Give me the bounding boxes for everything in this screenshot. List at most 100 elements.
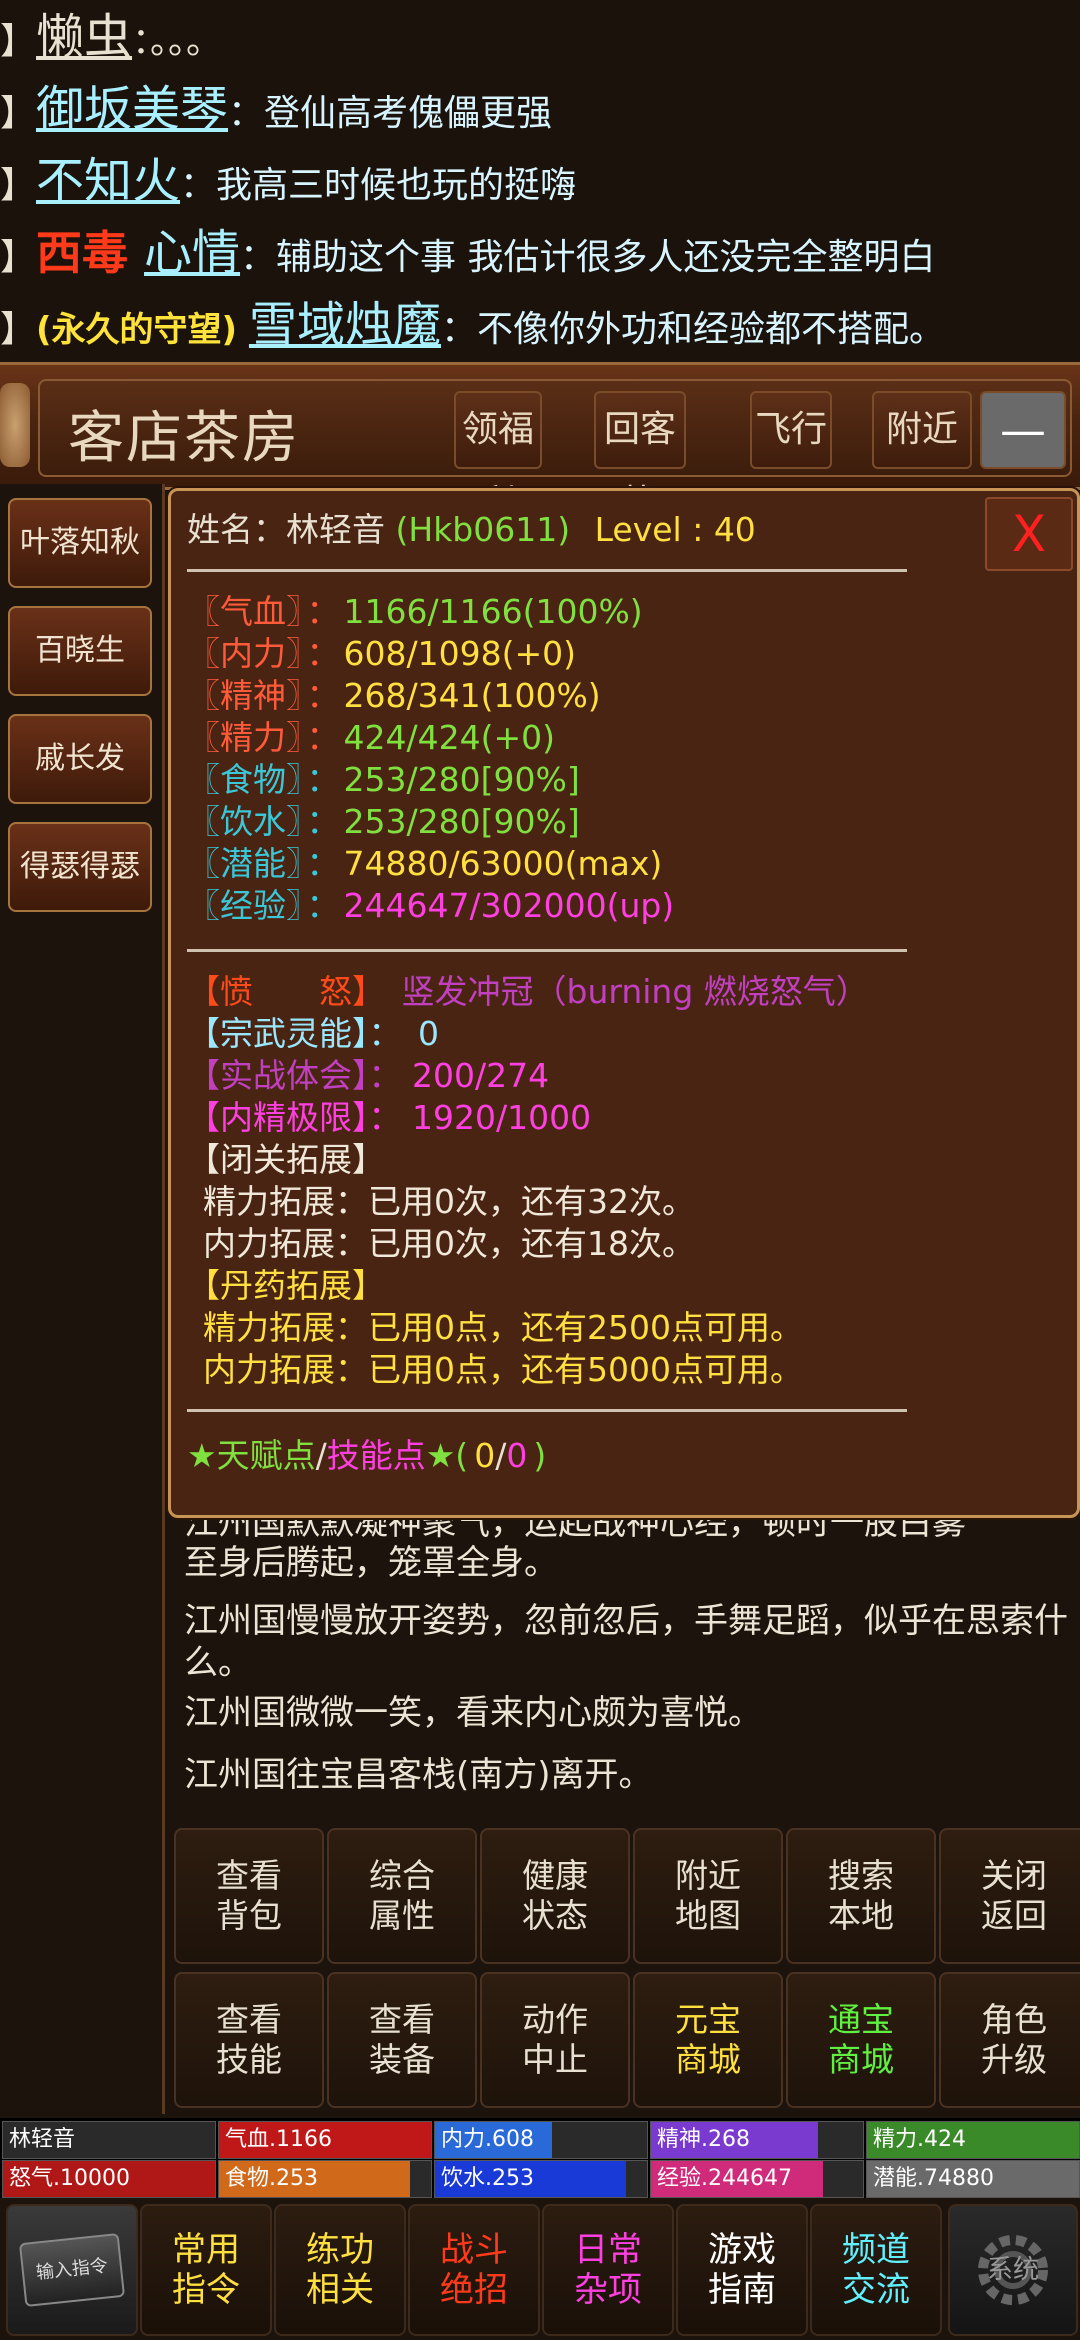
stat-value: 74880/63000(max) <box>343 844 663 883</box>
action-button[interactable]: 查看装备 <box>327 1972 477 2108</box>
action-label: 元宝商城 <box>675 2000 741 2079</box>
skill-label: 技能点 <box>326 1436 426 1475</box>
stat-label: 〖经验〗 <box>187 886 303 925</box>
log-line: 江州国微微一笑，看来内心颇为喜悦。 <box>184 1693 762 1733</box>
status-bar: 经验.244647 <box>650 2160 864 2198</box>
chat-message[interactable]: 】懒虫：。。。 <box>0 2 222 72</box>
chat-message[interactable]: 】御坂美琴：登仙高考傀儡更强 <box>0 74 552 144</box>
status-bar: 怒气.10000 <box>2 2160 216 2198</box>
stat-label: 〖饮水〗 <box>187 802 303 841</box>
action-button[interactable]: 健康状态 <box>480 1828 630 1964</box>
action-label: 通宝商城 <box>828 2000 894 2079</box>
stat-label: 〖内力〗 <box>187 634 303 673</box>
action-button[interactable]: 搜索本地 <box>786 1828 936 1964</box>
nav-button[interactable]: 频道交流 <box>810 2204 942 2336</box>
action-button[interactable]: 查看技能 <box>174 1972 324 2108</box>
essence-row: 【内精极限】： 1920/1000 <box>187 1097 591 1139</box>
character-level: Level : 40 <box>594 510 756 549</box>
combat-label: 【实战体会】： <box>187 1056 402 1095</box>
chat-message[interactable]: 】不知火：我高三时候也玩的挺嗨 <box>0 146 576 216</box>
rage-row: 【愤 怒】 竖发冲冠（burning 燃烧怒气） <box>187 971 869 1013</box>
action-label: 查看背包 <box>216 1856 282 1935</box>
action-label: 查看装备 <box>369 2000 435 2079</box>
action-button[interactable]: 综合属性 <box>327 1828 477 1964</box>
nav-label: 常用指令 <box>172 2230 240 2310</box>
chat-bracket: 】 <box>0 165 37 206</box>
chat-bracket: 】 <box>0 21 37 62</box>
action-label: 综合属性 <box>369 1856 435 1935</box>
stat-value: 1166/1166(100%) <box>343 592 643 631</box>
essence-value: 1920/1000 <box>412 1098 592 1137</box>
stat-value: 608/1098(+0) <box>343 634 576 673</box>
action-button[interactable]: 关闭返回 <box>939 1828 1080 1964</box>
chat-player-name[interactable]: 御坂美琴 <box>36 81 228 137</box>
return-inn-button[interactable]: 回客栈 <box>594 391 686 524</box>
message-log[interactable]: 江州国默默凝神聚气，运起战神心经，顿时一股白雾 至身后腾起，笼罩全身。 江州国慢… <box>168 1502 1080 1817</box>
chat-player-name[interactable]: 不知火 <box>36 153 180 209</box>
settings-label: 系统 <box>986 2255 1039 2285</box>
welfare-button[interactable]: 领福利 <box>454 391 542 524</box>
nav-button[interactable]: 游戏指南 <box>676 2204 808 2336</box>
chat-player-name[interactable]: 懒虫 <box>36 9 132 65</box>
character-header: 姓名：林轻音 (Hkb0611) Level : 40 <box>187 509 756 551</box>
separator <box>187 569 907 572</box>
npc-button[interactable]: 百晓生 <box>8 606 152 696</box>
nav-label: 频道交流 <box>842 2230 910 2310</box>
chat-message[interactable]: 】(永久的守望) 雪域烛魔：不像你外功和经验都不搭配。 <box>0 290 945 360</box>
close-button[interactable]: X <box>985 497 1073 571</box>
sect-label: 【宗武灵能】： <box>187 1014 402 1053</box>
action-grid: 查看背包 综合属性 健康状态 附近地图 搜索本地 关闭返回查看技能 查看装备 动作中止 元宝商城… <box>168 1824 1080 2114</box>
character-name: 林轻音 <box>286 510 385 549</box>
talent-label: ★天赋点 <box>187 1436 316 1475</box>
stat-label: 〖气血〗 <box>187 592 303 631</box>
chat-player-name[interactable]: 心情 <box>144 225 240 281</box>
stat-colon: ： <box>306 844 340 883</box>
closed-line: 内力拓展：已用0次，还有18次。 <box>203 1224 695 1263</box>
chat-message-text: ：。。。 <box>132 21 223 62</box>
npc-button[interactable]: 叶落知秋 <box>8 498 152 588</box>
chat-message-text: ：登仙高考傀儡更强 <box>228 93 553 134</box>
pill-line: 内力拓展：已用0点，还有5000点可用。 <box>203 1350 803 1389</box>
action-button[interactable]: 角色升级 <box>939 1972 1080 2108</box>
nav-button[interactable]: 日常杂项 <box>542 2204 674 2336</box>
chat-panel[interactable]: 】懒虫：。。。 】御坂美琴：登仙高考傀儡更强 】不知火：我高三时候也玩的挺嗨 】西毒 … <box>0 0 1080 360</box>
status-bar-label: 经验.244647 <box>657 2166 792 2191</box>
npc-button[interactable]: 戚长发 <box>8 714 152 804</box>
sect-value: 0 <box>418 1014 439 1053</box>
log-line: 江州国慢慢放开姿势，忽前忽后，手舞足蹈，似乎在思索什么。 <box>184 1601 1068 1683</box>
action-button[interactable]: 通宝商城 <box>786 1972 936 2108</box>
action-button[interactable]: 元宝商城 <box>633 1972 783 2108</box>
stat-label: 〖精神〗 <box>187 676 303 715</box>
nav-button[interactable]: 常用指令 <box>140 2204 272 2336</box>
location-bar: 客店茶房 领福利 回客栈 飞行 附近 — <box>0 362 1080 524</box>
collapse-button[interactable]: — <box>980 391 1066 469</box>
action-label: 附近地图 <box>675 1856 741 1935</box>
action-button[interactable]: 附近地图 <box>633 1828 783 1964</box>
status-bar: 内力.608 <box>434 2121 648 2159</box>
status-bar-label: 内力.608 <box>441 2127 534 2152</box>
input-command-button[interactable]: 输入指令 <box>6 2204 138 2336</box>
settings-button[interactable]: 系统 <box>948 2204 1078 2336</box>
action-button[interactable]: 动作中止 <box>480 1972 630 2108</box>
log-line: 江州国往宝昌客栈(南方)离开。 <box>184 1755 653 1795</box>
paren: ) <box>533 1436 547 1475</box>
stat-colon: ： <box>306 760 340 799</box>
fly-button[interactable]: 飞行 <box>750 391 832 469</box>
nav-button[interactable]: 战斗绝招 <box>408 2204 540 2336</box>
chat-message[interactable]: 】西毒 心情：辅助这个事 我估计很多人还没完全整明白 <box>0 218 936 288</box>
name-label: 姓名： <box>187 510 286 549</box>
nearby-button[interactable]: 附近 <box>872 391 972 469</box>
chat-player-name[interactable]: 雪域烛魔 <box>249 297 441 353</box>
chat-message-text: ：我高三时候也玩的挺嗨 <box>180 165 577 206</box>
stat-row: 〖精力〗： 424/424(+0) <box>187 717 555 759</box>
character-status-dialog: X 姓名：林轻音 (Hkb0611) Level : 40 〖气血〗 ： 1166/… <box>168 488 1080 1518</box>
status-bars: 林轻音 气血.1166 内力.608 精神.268 精力.424 怒气.10000 食物.2… <box>0 2118 1080 2198</box>
status-bar-label: 怒气.10000 <box>9 2166 130 2191</box>
stat-colon: ： <box>306 718 340 757</box>
stat-row: 〖潜能〗： 74880/63000(max) <box>187 843 662 885</box>
npc-button[interactable]: 得瑟得瑟 <box>8 822 152 912</box>
rage-label: 【愤 怒】 <box>187 972 385 1011</box>
slash: / <box>495 1436 507 1475</box>
action-button[interactable]: 查看背包 <box>174 1828 324 1964</box>
nav-button[interactable]: 练功相关 <box>274 2204 406 2336</box>
